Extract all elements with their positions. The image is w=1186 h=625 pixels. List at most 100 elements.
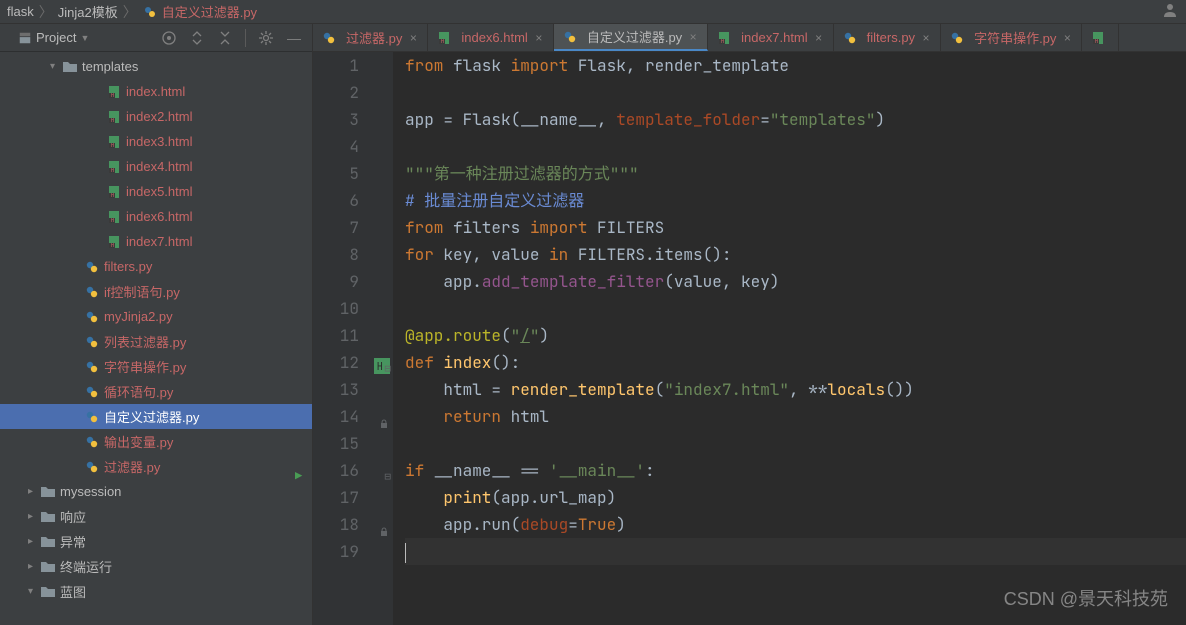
close-icon[interactable]: ×	[920, 31, 932, 45]
breadcrumb-label-1: Jinja2模板	[58, 2, 118, 21]
close-icon[interactable]: ×	[687, 30, 699, 44]
tree-item[interactable]: Hindex4.html	[0, 154, 312, 179]
code-line[interactable]: from flask import Flask, render_template	[405, 52, 1186, 79]
line-number: 17	[313, 484, 359, 511]
python-icon	[84, 259, 100, 275]
tree-label: index7.html	[126, 234, 192, 249]
tree-item[interactable]: Hindex6.html	[0, 204, 312, 229]
python-icon	[84, 409, 100, 425]
editor-tab[interactable]: 自定义过滤器.py×	[554, 24, 708, 51]
chevron-down-icon: ▼	[80, 33, 89, 43]
code-line[interactable]: from filters import FILTERS	[405, 214, 1186, 241]
close-icon[interactable]: ×	[533, 31, 545, 45]
tree-label: index2.html	[126, 109, 192, 124]
svg-text:H: H	[111, 243, 114, 249]
code-line[interactable]	[405, 538, 1186, 565]
editor-tab[interactable]: 字符串操作.py ×	[941, 24, 1082, 51]
watermark: CSDN @景天科技苑	[1004, 585, 1168, 611]
folder-icon	[62, 59, 78, 75]
tree-item[interactable]: 字符串操作.py	[0, 354, 312, 379]
tree-item[interactable]: if控制语句.py	[0, 279, 312, 304]
tree-item[interactable]: ▸响应	[0, 504, 312, 529]
editor-tab[interactable]: Hindex7.html×	[708, 24, 833, 51]
tree-item[interactable]: ▾蓝图	[0, 579, 312, 604]
python-icon	[84, 384, 100, 400]
project-tree[interactable]: ▾templatesHindex.htmlHindex2.htmlHindex3…	[0, 52, 312, 625]
tree-item[interactable]: ▾templates	[0, 54, 312, 79]
chevron-right-icon: 〉	[121, 2, 139, 22]
code-line[interactable]: app.add_template_filter(value, key)	[405, 268, 1186, 295]
editor-tab[interactable]: filters.py×	[834, 24, 941, 51]
tree-item[interactable]: Hindex7.html	[0, 229, 312, 254]
target-icon[interactable]	[161, 30, 177, 46]
code-line[interactable]: @app.route("/")	[405, 322, 1186, 349]
tree-item[interactable]: 循环语句.py	[0, 379, 312, 404]
folder-icon	[40, 509, 56, 525]
tree-item[interactable]: filters.py	[0, 254, 312, 279]
close-icon[interactable]: ×	[1061, 31, 1073, 45]
breadcrumb-item[interactable]: flask	[4, 4, 37, 19]
tree-label: filters.py	[104, 259, 152, 274]
gear-icon[interactable]	[258, 30, 274, 46]
tree-item[interactable]: myJinja2.py	[0, 304, 312, 329]
fold-icon[interactable]: ⊟	[384, 464, 391, 491]
editor-tab[interactable]: H	[1082, 24, 1119, 51]
tree-item[interactable]: ▸mysession	[0, 479, 312, 504]
breadcrumb-item[interactable]: 自定义过滤器.py	[139, 2, 260, 21]
svg-text:H: H	[111, 143, 114, 149]
lock-icon	[379, 410, 389, 437]
separator	[245, 29, 246, 47]
svg-text:H: H	[721, 39, 724, 45]
line-number: 10	[313, 295, 359, 322]
expand-icon[interactable]	[189, 30, 205, 46]
tree-item[interactable]: Hindex3.html	[0, 129, 312, 154]
code-line[interactable]: """第一种注册过滤器的方式"""	[405, 160, 1186, 187]
tree-item[interactable]: ▸异常	[0, 529, 312, 554]
code-line[interactable]: for key, value in FILTERS.items():	[405, 241, 1186, 268]
tree-label: 循环语句.py	[104, 382, 173, 401]
tree-item[interactable]: Hindex5.html	[0, 179, 312, 204]
tree-label: index3.html	[126, 134, 192, 149]
tree-item[interactable]: Hindex.html	[0, 79, 312, 104]
code-line[interactable]: app = Flask(__name__, template_folder="t…	[405, 106, 1186, 133]
fold-icon[interactable]: ⊟	[384, 356, 391, 383]
code-area[interactable]: 12345678910111213141516▶171819 H⊟⊟ from …	[313, 52, 1186, 625]
tree-item[interactable]: 列表过滤器.py	[0, 329, 312, 354]
breadcrumb-item[interactable]: Jinja2模板	[55, 2, 121, 21]
code-line[interactable]: return html	[405, 403, 1186, 430]
code-line[interactable]: html = render_template("index7.html", **…	[405, 376, 1186, 403]
tab-label: 字符串操作.py	[974, 28, 1056, 47]
code-line[interactable]	[405, 79, 1186, 106]
code-line[interactable]	[405, 133, 1186, 160]
line-number: 1	[313, 52, 359, 79]
tree-item[interactable]: 输出变量.py	[0, 429, 312, 454]
code-line[interactable]: app.run(debug=True)	[405, 511, 1186, 538]
collapse-icon[interactable]	[217, 30, 233, 46]
close-icon[interactable]: ×	[407, 31, 419, 45]
project-selector[interactable]: Project ▼	[12, 28, 95, 47]
html-icon: H	[716, 30, 732, 46]
sidebar-header: Project ▼ —	[0, 24, 312, 52]
tree-label: myJinja2.py	[104, 309, 173, 324]
code-content[interactable]: from flask import Flask, render_template…	[393, 52, 1186, 625]
hide-icon[interactable]: —	[286, 30, 302, 46]
code-line[interactable]: print(app.url_map)	[405, 484, 1186, 511]
user-icon[interactable]	[1162, 2, 1178, 21]
close-icon[interactable]: ×	[813, 31, 825, 45]
line-number: 18	[313, 511, 359, 538]
tree-item[interactable]: 自定义过滤器.py	[0, 404, 312, 429]
tree-item[interactable]: ▸终端运行	[0, 554, 312, 579]
editor-tab[interactable]: 过滤器.py×	[313, 24, 428, 51]
code-line[interactable]	[405, 295, 1186, 322]
code-line[interactable]	[405, 430, 1186, 457]
run-icon[interactable]: ▶	[295, 463, 302, 490]
python-icon	[84, 359, 100, 375]
project-title: Project	[36, 30, 76, 45]
code-line[interactable]: def index():	[405, 349, 1186, 376]
tree-item[interactable]: 过滤器.py	[0, 454, 312, 479]
code-line[interactable]: # 批量注册自定义过滤器	[405, 187, 1186, 214]
line-number: 8	[313, 241, 359, 268]
editor-tab[interactable]: Hindex6.html×	[428, 24, 553, 51]
code-line[interactable]: if __name__ == '__main__':	[405, 457, 1186, 484]
tree-item[interactable]: Hindex2.html	[0, 104, 312, 129]
